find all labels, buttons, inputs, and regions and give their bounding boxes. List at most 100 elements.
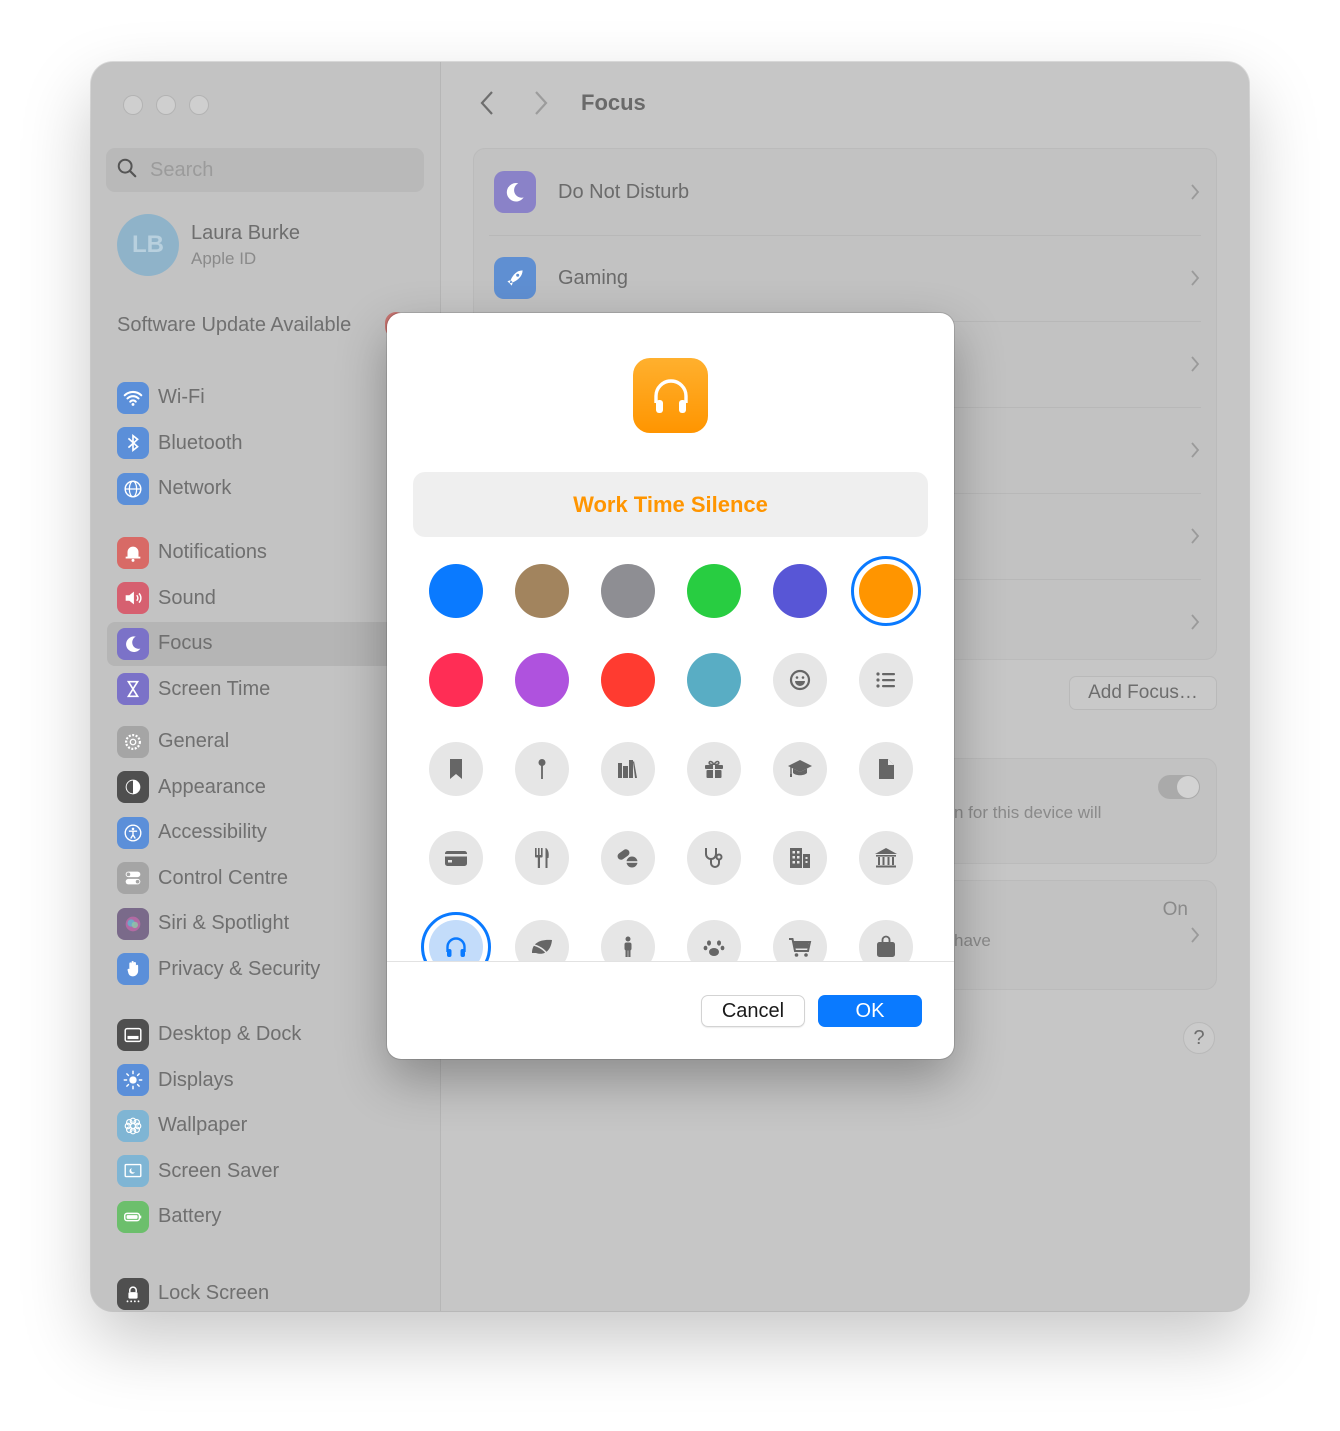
stethoscope-icon [705, 848, 723, 868]
sidebar-item-wallpaper[interactable]: Wallpaper [107, 1103, 437, 1149]
chevron-right-icon [1191, 614, 1200, 630]
symbol-option-graduation-cap[interactable] [773, 742, 827, 796]
hourglass-icon [117, 673, 149, 706]
color-swatch-orange[interactable] [851, 556, 921, 626]
symbol-option-leaf[interactable] [515, 920, 569, 961]
search-icon [116, 157, 138, 184]
symbol-option-pin[interactable] [515, 742, 569, 796]
sidebar-item-label: Network [158, 477, 232, 500]
paw-icon [703, 940, 725, 956]
sidebar-item-label: Displays [158, 1068, 234, 1091]
back-button[interactable] [473, 86, 501, 120]
color-swatch-pink[interactable] [429, 653, 483, 707]
account-name: Laura Burke [191, 221, 300, 244]
bell-icon [117, 536, 149, 569]
rocket-icon [494, 257, 536, 299]
dock-icon [117, 1018, 149, 1051]
symbol-option-smiley[interactable] [773, 653, 827, 707]
graduation-cap-icon [788, 760, 812, 777]
person-icon [624, 936, 632, 957]
pills-icon [617, 849, 638, 868]
ok-button[interactable]: OK [818, 995, 922, 1027]
symbol-option-cart[interactable] [773, 920, 827, 961]
search-field[interactable]: Search [106, 148, 424, 192]
sidebar-item-label: Siri & Spotlight [158, 912, 290, 935]
smiley-icon [789, 669, 811, 691]
symbol-option-gift[interactable] [687, 742, 741, 796]
symbol-option-document[interactable] [859, 742, 913, 796]
symbol-option-stethoscope[interactable] [687, 831, 741, 885]
sidebar-item-lock-screen[interactable]: Lock Screen [107, 1271, 437, 1311]
software-update-link[interactable]: Software Update Available [117, 314, 351, 337]
share-description: n for this device will [954, 803, 1102, 822]
color-swatch-teal[interactable] [687, 653, 741, 707]
sidebar-item-label: Wi-Fi [158, 386, 205, 409]
bank-icon [875, 848, 897, 868]
color-swatch-gray[interactable] [601, 564, 655, 618]
focus-list-item[interactable]: Gaming [474, 235, 1216, 321]
add-focus-button[interactable]: Add Focus… [1069, 676, 1217, 710]
sidebar-item-displays[interactable]: Displays [107, 1058, 437, 1104]
sidebar-group: Lock Screen [107, 1271, 437, 1311]
gift-icon [705, 760, 723, 778]
moon-icon [117, 627, 149, 660]
sidebar-item-battery[interactable]: Battery [107, 1194, 437, 1240]
toolbar: Focus [473, 86, 646, 120]
chevron-right-icon [1191, 528, 1200, 544]
hand-icon [117, 953, 149, 986]
symbol-option-bank[interactable] [859, 831, 913, 885]
symbol-option-pills[interactable] [601, 831, 655, 885]
symbol-option-credit-card[interactable] [429, 831, 483, 885]
symbol-option-fork-knife[interactable] [515, 831, 569, 885]
focus-status-description: have [954, 931, 991, 950]
books-icon [618, 760, 637, 778]
forward-button[interactable] [527, 86, 555, 120]
sun-icon [117, 1064, 149, 1097]
lock-icon [117, 1277, 149, 1310]
accessibility-icon [117, 816, 149, 849]
page-title: Focus [581, 90, 646, 115]
pin-icon [538, 759, 546, 779]
search-placeholder: Search [150, 158, 214, 181]
help-button[interactable]: ? [1183, 1022, 1215, 1054]
minimize-button[interactable] [156, 95, 176, 115]
symbol-option-books[interactable] [601, 742, 655, 796]
color-swatch-indigo[interactable] [773, 564, 827, 618]
color-swatch-red[interactable] [601, 653, 655, 707]
switches-icon [117, 862, 149, 895]
cancel-button[interactable]: Cancel [701, 995, 805, 1027]
flower-icon [117, 1109, 149, 1142]
symbol-option-list[interactable] [859, 653, 913, 707]
symbol-option-building[interactable] [773, 831, 827, 885]
account-subtitle: Apple ID [191, 248, 257, 268]
symbol-option-bag[interactable] [859, 920, 913, 961]
color-swatch-brown[interactable] [515, 564, 569, 618]
gear-icon [117, 725, 149, 758]
avatar: LB [117, 214, 179, 276]
share-across-devices-toggle[interactable] [1158, 775, 1200, 799]
close-button[interactable] [123, 95, 143, 115]
bag-icon [877, 935, 895, 957]
color-swatch-purple[interactable] [515, 653, 569, 707]
zoom-button[interactable] [189, 95, 209, 115]
apple-id-account[interactable]: LB Laura Burke Apple ID [117, 214, 300, 276]
symbol-option-person[interactable] [601, 920, 655, 961]
focus-name-field[interactable]: Work Time Silence [413, 472, 928, 537]
bluetooth-icon [117, 427, 149, 460]
symbol-option-headphones[interactable] [421, 912, 491, 961]
headphones-icon [653, 378, 688, 413]
leaf-icon [532, 939, 552, 958]
color-swatch-blue[interactable] [429, 564, 483, 618]
focus-list-item[interactable]: Do Not Disturb [474, 149, 1216, 235]
symbol-option-bookmark[interactable] [429, 742, 483, 796]
credit-card-icon [445, 851, 467, 866]
focus-preview-icon [633, 358, 708, 433]
color-swatch-green[interactable] [687, 564, 741, 618]
sidebar-item-screen-saver[interactable]: Screen Saver [107, 1149, 437, 1195]
battery-icon [117, 1200, 149, 1233]
symbol-option-paw[interactable] [687, 920, 741, 961]
sidebar-item-label: Screen Time [158, 677, 271, 700]
sidebar-item-label: Focus [158, 632, 213, 655]
building-icon [790, 848, 810, 868]
sidebar-item-label: Wallpaper [158, 1114, 248, 1137]
